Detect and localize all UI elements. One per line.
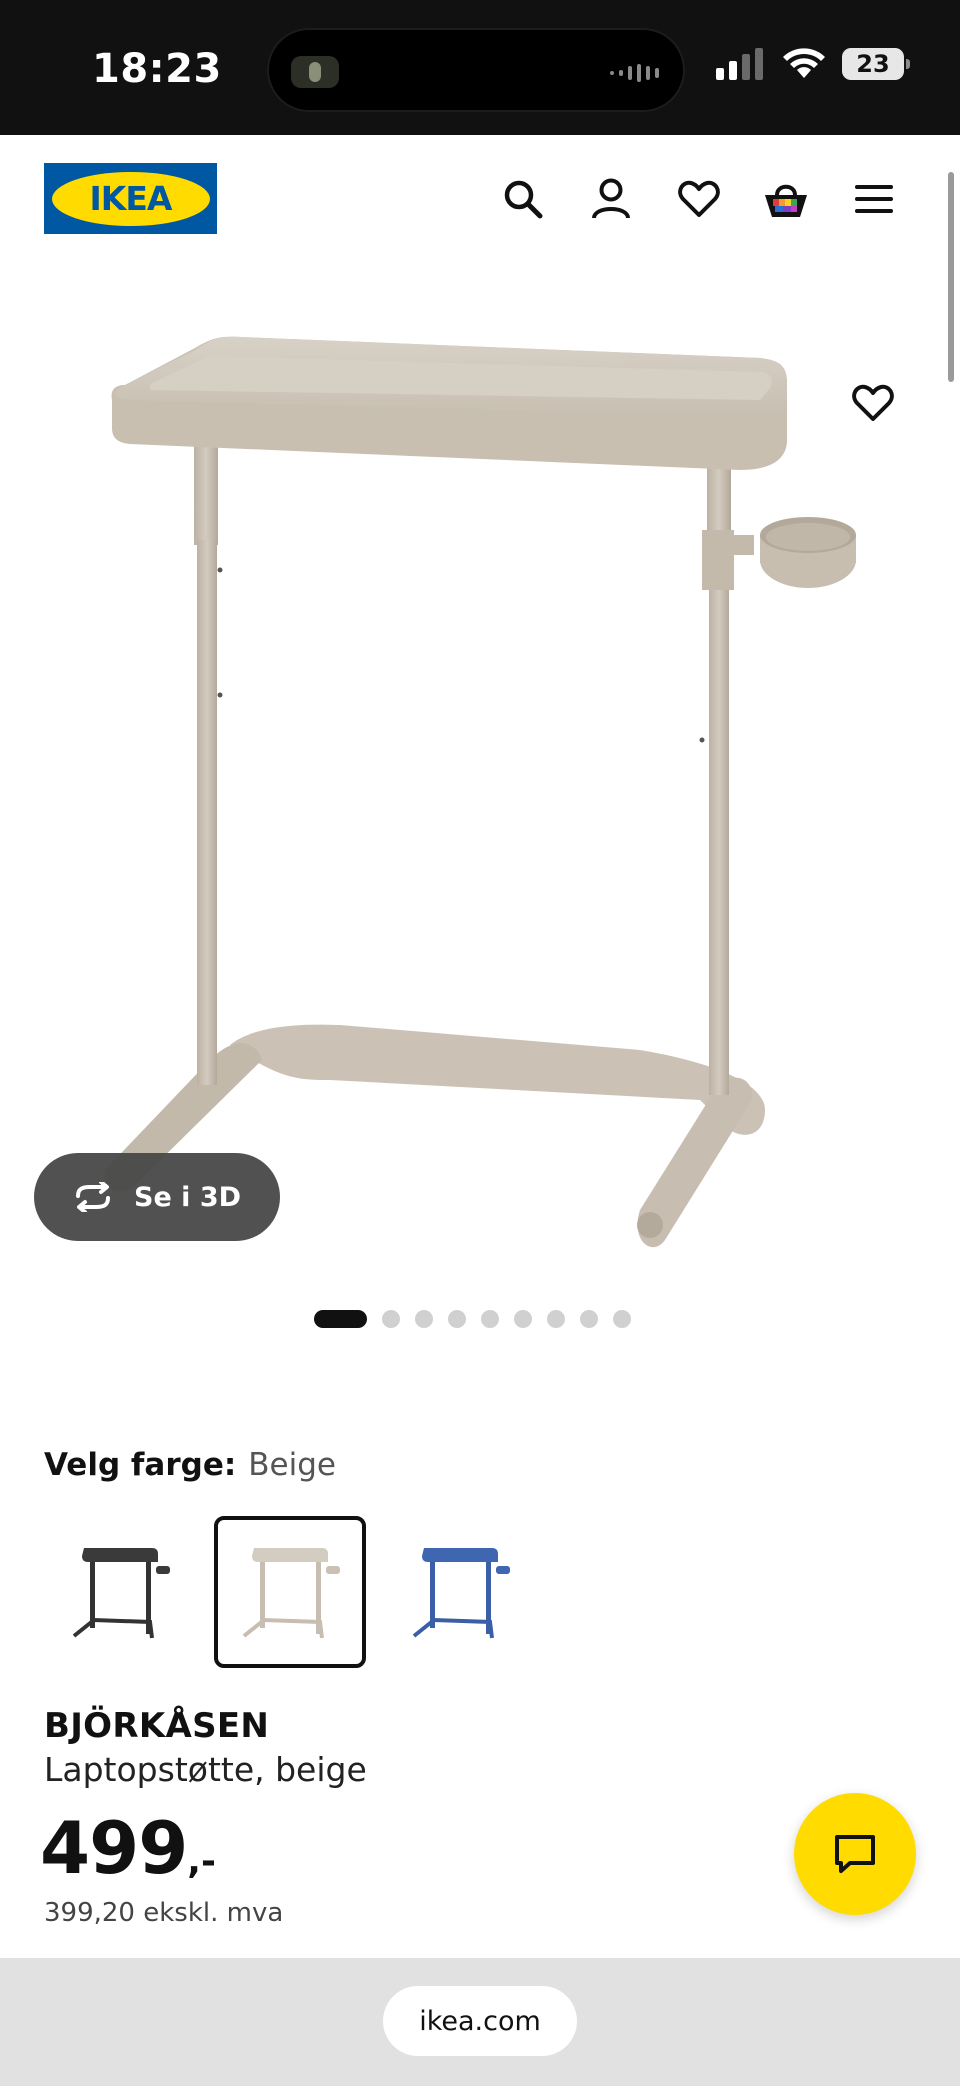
gallery-dot[interactable]: [382, 1310, 400, 1328]
product-name: BJÖRKÅSEN: [44, 1706, 270, 1746]
address-bar[interactable]: ikea.com: [383, 1986, 577, 2056]
view-in-3d-label: Se i 3D: [134, 1181, 242, 1213]
chat-icon: [835, 1835, 875, 1873]
chat-button[interactable]: [794, 1793, 916, 1915]
view-in-3d-button[interactable]: Se i 3D: [34, 1153, 280, 1241]
product-image: [104, 336, 856, 1248]
gallery-dot[interactable]: [514, 1310, 532, 1328]
gallery-dot[interactable]: [547, 1310, 565, 1328]
logo-oval: IKEA: [51, 171, 210, 226]
product-price: 499,-: [40, 1806, 216, 1890]
swatch-image-beige: [242, 1548, 340, 1639]
color-swatch-beige[interactable]: [214, 1516, 366, 1668]
cellular-signal-icon: [716, 48, 763, 80]
price-excluding-vat: 399,20 ekskl. mva: [44, 1898, 284, 1928]
menu-icon[interactable]: [850, 175, 898, 223]
account-icon[interactable]: [587, 175, 635, 223]
gallery-dot[interactable]: [448, 1310, 466, 1328]
ikea-logo[interactable]: IKEA: [44, 163, 217, 234]
wifi-icon: [783, 48, 825, 78]
status-time: 18:23: [92, 46, 222, 92]
selected-color-value: Beige: [248, 1447, 336, 1483]
dynamic-island[interactable]: [267, 28, 685, 112]
price-main: 499: [40, 1806, 188, 1890]
site-header: IKEA: [0, 135, 960, 260]
add-to-wishlist-heart-icon[interactable]: [848, 378, 898, 428]
swatch-image-blue: [412, 1548, 510, 1639]
rotate-3d-icon: [76, 1182, 110, 1212]
browser-bottom-bar: ikea.com: [0, 1958, 960, 2086]
audio-waveform-icon: [610, 64, 659, 82]
battery-icon: 23: [842, 48, 910, 80]
color-picker-label: Velg farge:: [44, 1447, 237, 1483]
swatch-image-black: [72, 1548, 170, 1639]
gallery-dot[interactable]: [613, 1310, 631, 1328]
gallery-dot[interactable]: [415, 1310, 433, 1328]
wishlist-heart-icon[interactable]: [675, 175, 723, 223]
color-swatch-black[interactable]: [44, 1516, 196, 1668]
gallery-dot[interactable]: [481, 1310, 499, 1328]
shopping-bag-icon[interactable]: [762, 175, 810, 223]
gallery-pagination: [314, 1310, 631, 1328]
color-picker-heading: Velg farge: Beige: [44, 1447, 336, 1483]
logo-text: IKEA: [89, 179, 173, 218]
color-swatch-blue[interactable]: [384, 1516, 536, 1668]
product-gallery[interactable]: [0, 260, 960, 1280]
price-suffix: ,-: [187, 1841, 216, 1882]
product-description: Laptopstøtte, beige: [44, 1750, 367, 1789]
status-bar: 18:23 23: [0, 0, 960, 135]
search-icon[interactable]: [499, 175, 547, 223]
now-playing-thumbnail: [291, 56, 339, 88]
gallery-dot[interactable]: [580, 1310, 598, 1328]
gallery-dot[interactable]: [314, 1310, 367, 1328]
